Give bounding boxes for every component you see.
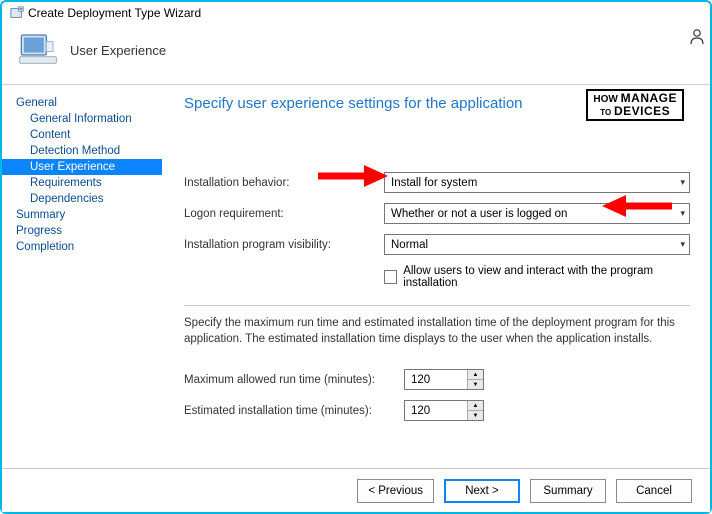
install-behavior-label: Installation behavior: bbox=[184, 177, 384, 189]
sidebar-item-label: Requirements bbox=[30, 177, 102, 189]
sidebar-item-user-experience[interactable]: User Experience bbox=[2, 159, 162, 175]
sidebar-item-label: Detection Method bbox=[30, 145, 120, 157]
spinner-down-button[interactable]: ▼ bbox=[468, 411, 483, 420]
sidebar-item-label: Content bbox=[30, 129, 70, 141]
wizard-header: User Experience bbox=[2, 24, 710, 85]
sidebar-item-summary[interactable]: Summary bbox=[2, 207, 162, 223]
allow-interact-label: Allow users to view and interact with th… bbox=[403, 265, 690, 289]
spinner-up-button[interactable]: ▲ bbox=[468, 401, 483, 411]
watermark-text: MANAGE bbox=[621, 91, 677, 105]
max-runtime-input[interactable] bbox=[405, 370, 467, 389]
sidebar-item-general[interactable]: General bbox=[2, 95, 162, 111]
wizard-icon bbox=[10, 6, 24, 20]
visibility-dropdown[interactable]: Normal ▾ bbox=[384, 234, 690, 255]
header-title: User Experience bbox=[70, 43, 166, 58]
sidebar-item-label: User Experience bbox=[30, 161, 115, 173]
summary-button[interactable]: Summary bbox=[530, 479, 606, 503]
button-label: Summary bbox=[543, 485, 592, 497]
watermark-text: DEVICES bbox=[614, 104, 670, 118]
next-button[interactable]: Next > bbox=[444, 479, 520, 503]
spinner-down-button[interactable]: ▼ bbox=[468, 380, 483, 389]
dropdown-value: Install for system bbox=[391, 177, 477, 189]
sidebar-item-label: Dependencies bbox=[30, 193, 104, 205]
install-behavior-dropdown[interactable]: Install for system ▾ bbox=[384, 172, 690, 193]
runtime-description: Specify the maximum run time and estimat… bbox=[184, 316, 690, 347]
computer-icon bbox=[18, 30, 58, 70]
sidebar-item-label: General bbox=[16, 97, 57, 109]
dropdown-value: Normal bbox=[391, 239, 428, 251]
wizard-steps-nav: General General Information Content Dete… bbox=[2, 85, 162, 477]
window-title: Create Deployment Type Wizard bbox=[28, 6, 201, 20]
sidebar-item-detection[interactable]: Detection Method bbox=[2, 143, 162, 159]
logon-requirement-dropdown[interactable]: Whether or not a user is logged on ▾ bbox=[384, 203, 690, 224]
sidebar-item-label: Progress bbox=[16, 225, 62, 237]
sidebar-item-completion[interactable]: Completion bbox=[2, 239, 162, 255]
max-runtime-label: Maximum allowed run time (minutes): bbox=[184, 374, 404, 386]
allow-interact-checkbox[interactable] bbox=[384, 270, 397, 284]
sidebar-item-label: Completion bbox=[16, 241, 74, 253]
wizard-page: Specify user experience settings for the… bbox=[162, 85, 710, 477]
sidebar-item-general-info[interactable]: General Information bbox=[2, 111, 162, 127]
visibility-label: Installation program visibility: bbox=[184, 239, 384, 251]
wizard-footer: < Previous Next > Summary Cancel bbox=[2, 468, 710, 512]
divider bbox=[184, 305, 690, 306]
user-glyph-icon bbox=[690, 28, 704, 47]
spinner-up-button[interactable]: ▲ bbox=[468, 370, 483, 380]
previous-button[interactable]: < Previous bbox=[357, 479, 434, 503]
sidebar-item-dependencies[interactable]: Dependencies bbox=[2, 191, 162, 207]
chevron-down-icon: ▾ bbox=[680, 208, 685, 219]
watermark-text: TO bbox=[600, 108, 611, 117]
watermark-logo: HOW MANAGE TO DEVICES bbox=[586, 89, 684, 121]
chevron-down-icon: ▾ bbox=[680, 177, 685, 188]
dropdown-value: Whether or not a user is logged on bbox=[391, 208, 567, 220]
chevron-down-icon: ▾ bbox=[680, 239, 685, 250]
sidebar-item-progress[interactable]: Progress bbox=[2, 223, 162, 239]
sidebar-item-content[interactable]: Content bbox=[2, 127, 162, 143]
button-label: Cancel bbox=[636, 485, 672, 497]
sidebar-item-requirements[interactable]: Requirements bbox=[2, 175, 162, 191]
titlebar: Create Deployment Type Wizard bbox=[2, 2, 710, 24]
max-runtime-spinner[interactable]: ▲ ▼ bbox=[404, 369, 484, 390]
logon-requirement-label: Logon requirement: bbox=[184, 208, 384, 220]
cancel-button[interactable]: Cancel bbox=[616, 479, 692, 503]
button-label: < Previous bbox=[368, 485, 423, 497]
sidebar-item-label: Summary bbox=[16, 209, 65, 221]
sidebar-item-label: General Information bbox=[30, 113, 132, 125]
est-install-spinner[interactable]: ▲ ▼ bbox=[404, 400, 484, 421]
est-install-input[interactable] bbox=[405, 401, 467, 420]
button-label: Next > bbox=[465, 485, 499, 497]
est-install-label: Estimated installation time (minutes): bbox=[184, 405, 404, 417]
